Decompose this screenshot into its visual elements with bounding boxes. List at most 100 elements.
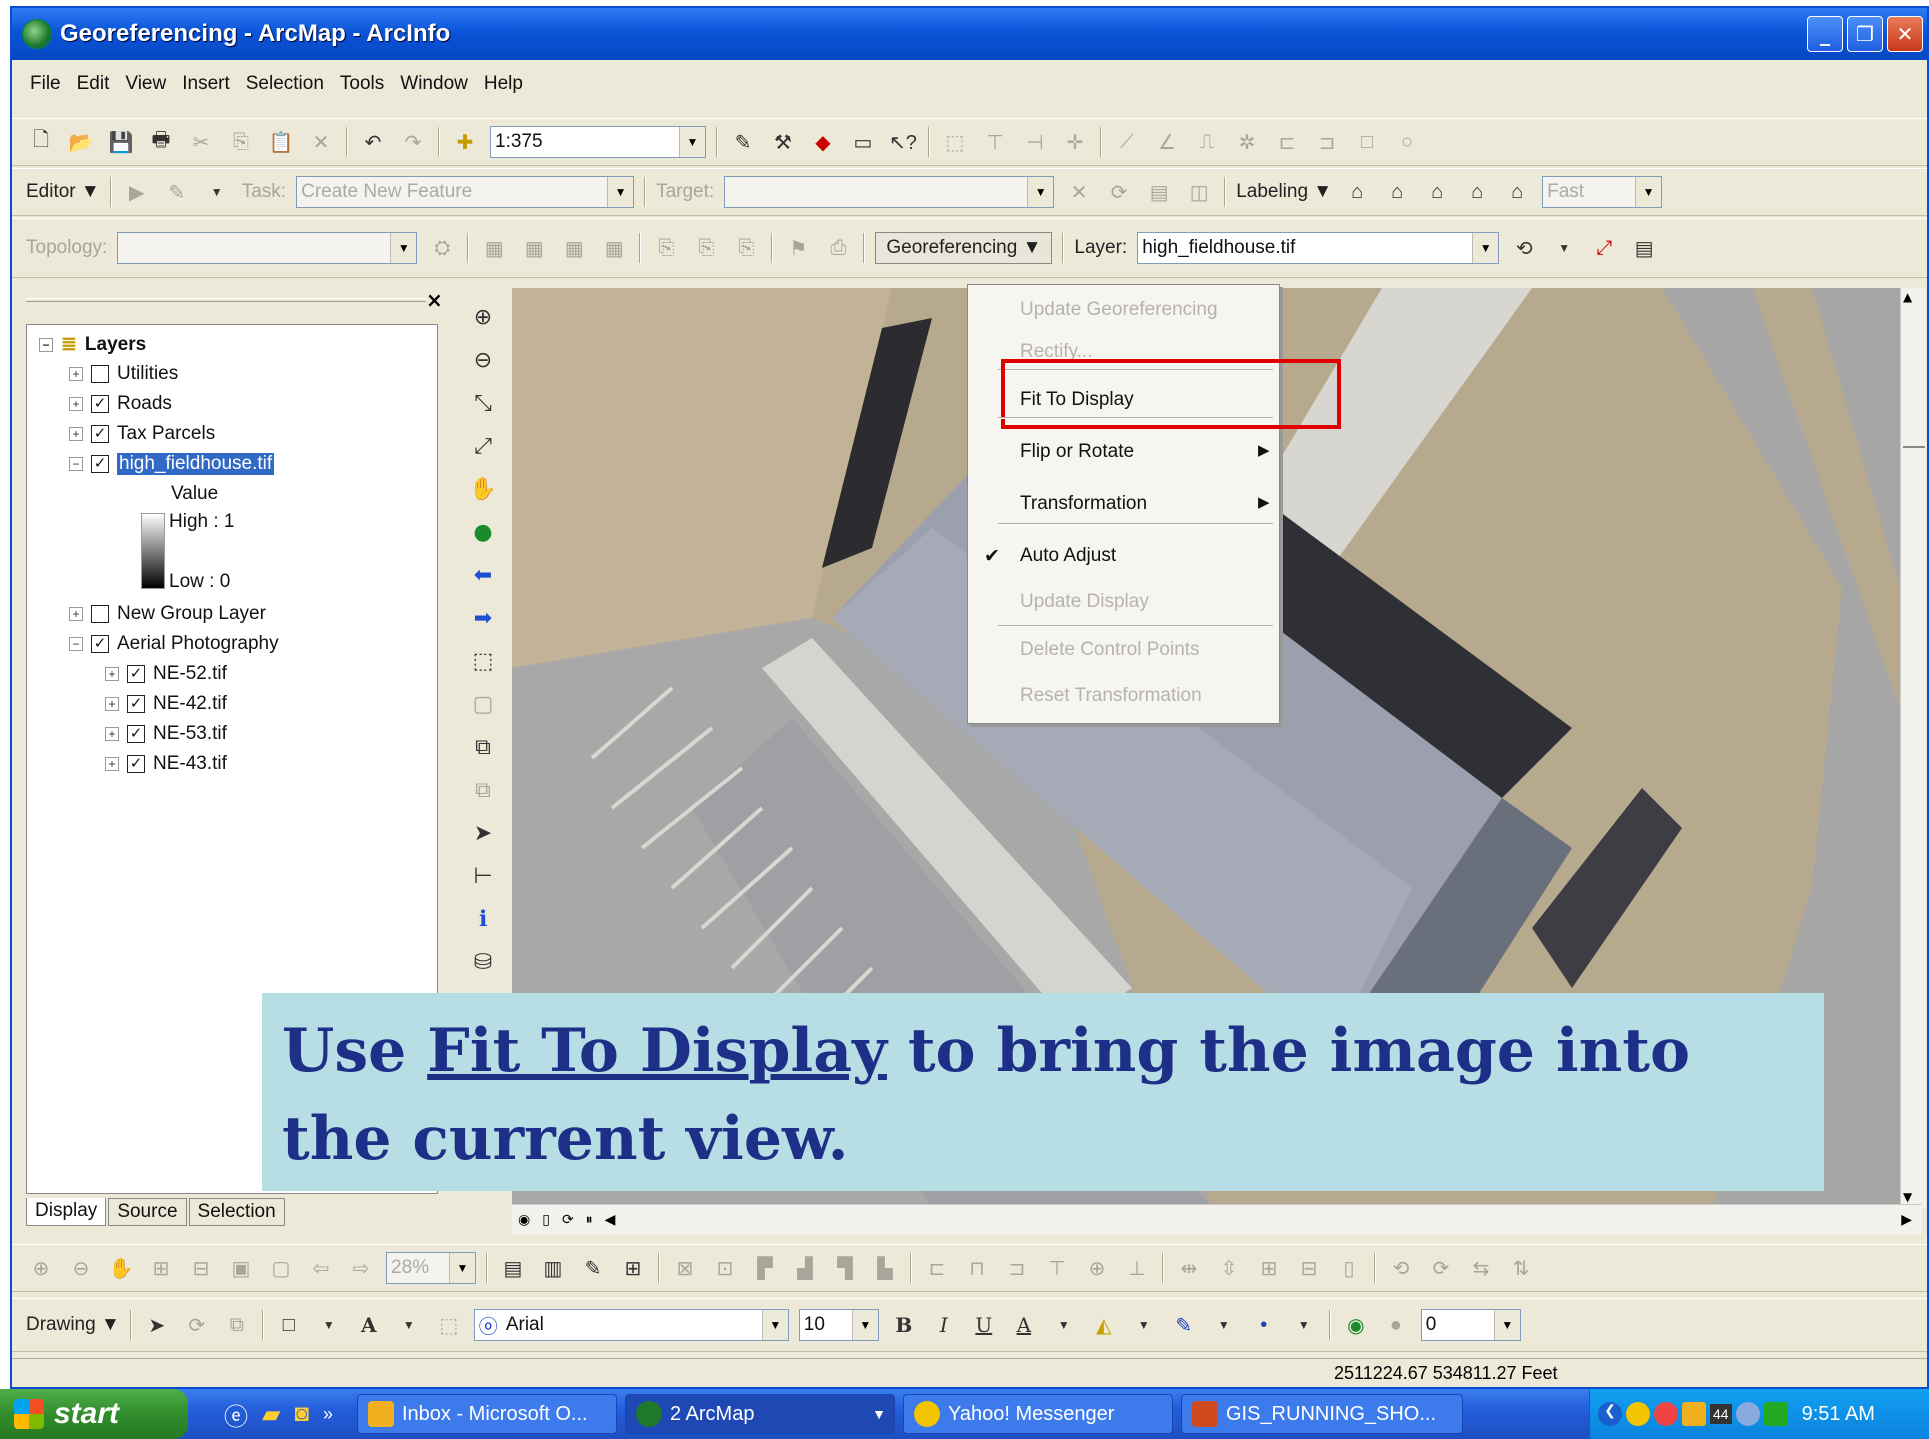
sublayer-item[interactable]: + ✓ NE-43.tif <box>105 753 227 775</box>
rectangle-draw-icon[interactable]: □ <box>274 1310 304 1340</box>
layer-checkbox[interactable]: ✓ <box>127 665 145 683</box>
title-bar[interactable]: Georeferencing - ArcMap - ArcInfo _ ❐ ✕ <box>12 8 1927 60</box>
new-text-icon[interactable]: A <box>354 1310 384 1340</box>
find-route-icon[interactable]: ⧉ <box>468 769 498 812</box>
sublayer-item[interactable]: + ✓ NE-42.tif <box>105 693 227 715</box>
modify-edge-icon[interactable]: ▦ <box>599 233 629 263</box>
focus-data-frame-icon[interactable]: ▥ <box>538 1253 568 1283</box>
direction-tool-icon[interactable]: ✲ <box>1232 127 1262 157</box>
paste-icon[interactable]: 📋 <box>266 127 296 157</box>
align-middle-icon[interactable]: ⊕ <box>1082 1253 1112 1283</box>
labeling-menu[interactable]: Labeling ▼ <box>1236 181 1332 203</box>
distance-tool-icon[interactable]: ⎍ <box>1192 127 1222 157</box>
close-toc-icon[interactable]: × <box>426 288 443 312</box>
perpendicular-tool-icon[interactable]: ⊐ <box>1312 127 1342 157</box>
layer-checkbox[interactable]: ✓ <box>127 755 145 773</box>
map-topology-icon[interactable]: ▦ <box>479 233 509 263</box>
tray-network-icon[interactable] <box>1735 1402 1760 1426</box>
select-elements-icon[interactable]: ➤ <box>142 1310 172 1340</box>
menu-help[interactable]: Help <box>484 73 523 95</box>
make-same-size-icon[interactable]: ⊞ <box>1254 1253 1284 1283</box>
send-backward-icon[interactable]: ▙ <box>870 1253 900 1283</box>
zoom-to-selected-icon[interactable]: ⧉ <box>222 1310 252 1340</box>
scroll-down-icon[interactable]: ▼ <box>1903 1190 1912 1204</box>
arc-tool-icon[interactable]: ⟋ <box>1112 127 1142 157</box>
underline-button[interactable]: U <box>969 1310 999 1340</box>
validate-extent-icon[interactable]: ⎘ <box>691 233 721 263</box>
layer-item[interactable]: + ✓ Tax Parcels <box>69 423 215 445</box>
identify-icon[interactable]: ℹ <box>468 898 498 941</box>
zoom-out-layout-icon[interactable]: ⊖ <box>66 1253 96 1283</box>
previous-extent-icon[interactable]: ⇦ <box>306 1253 336 1283</box>
scroll-thumb[interactable] <box>1903 418 1925 448</box>
view-link-table-icon[interactable]: ▤ <box>1629 233 1659 263</box>
layers-root[interactable]: − ≣ Layers <box>39 333 146 356</box>
validate-topology-icon[interactable]: ⎘ <box>651 233 681 263</box>
menu-item-fit-to-display[interactable]: Fit To Display <box>1001 359 1341 429</box>
chevron-down-icon[interactable]: ▼ <box>394 1310 424 1340</box>
trace-tool-icon[interactable]: ⊤ <box>980 127 1010 157</box>
chevron-down-icon[interactable]: ▼ <box>607 177 634 207</box>
font-size-dropdown[interactable]: 10 ▼ <box>798 1309 879 1341</box>
parallel-tool-icon[interactable]: ⊏ <box>1272 127 1302 157</box>
topology-dropdown[interactable]: ▼ <box>117 232 418 264</box>
marker-color-icon[interactable]: • <box>1249 1310 1279 1340</box>
send-to-back-icon[interactable]: ▟ <box>790 1253 820 1283</box>
chevron-down-icon[interactable]: ▼ <box>449 1253 475 1283</box>
taskbar-item-arcmap[interactable]: 2 ArcMap ▼ <box>624 1394 895 1434</box>
line-width-dropdown[interactable]: 0 ▼ <box>1420 1309 1521 1341</box>
layer-checkbox[interactable]: ✓ <box>91 395 109 413</box>
forward-arrow-icon[interactable]: ➡ <box>468 597 498 640</box>
align-top-icon[interactable]: ⊤ <box>1042 1253 1072 1283</box>
fixed-zoom-in-layout-icon[interactable]: ⊞ <box>146 1253 176 1283</box>
taskbar-item-powerpoint[interactable]: GIS_RUNNING_SHO... <box>1180 1394 1463 1434</box>
arccatalog-icon[interactable]: ◆ <box>808 127 838 157</box>
label-quality-dropdown[interactable]: Fast ▼ <box>1542 176 1663 208</box>
outlook-quicklaunch-icon[interactable]: ◙ <box>294 1400 309 1428</box>
expand-icon[interactable]: + <box>69 427 83 441</box>
flip-horizontal-icon[interactable]: ⇆ <box>1466 1253 1496 1283</box>
select-elements-arrow-icon[interactable]: ➤ <box>468 812 498 855</box>
tab-display[interactable]: Display <box>26 1198 107 1226</box>
expand-icon[interactable]: + <box>69 397 83 411</box>
expand-icon[interactable]: + <box>105 697 119 711</box>
sketch-tool-icon[interactable]: ⬚ <box>940 127 970 157</box>
layer-item[interactable]: + New Group Layer <box>69 603 266 625</box>
undo-icon[interactable]: ↶ <box>358 127 388 157</box>
menu-item-transformation[interactable]: Transformation ▶ <box>1020 493 1270 515</box>
label-priority-icon[interactable]: ⌂ <box>1382 177 1412 207</box>
rotate-tool-icon[interactable]: ⟳ <box>1104 177 1134 207</box>
chevron-down-icon[interactable]: ▼ <box>1635 177 1662 207</box>
layer-checkbox[interactable]: ✓ <box>91 455 109 473</box>
chevron-down-icon[interactable]: ▼ <box>1289 1310 1319 1340</box>
midpoint-tool-icon[interactable]: ⊣ <box>1020 127 1050 157</box>
maximize-button[interactable]: ❐ <box>1847 16 1883 52</box>
zoom-in-icon[interactable]: ⊕ <box>468 296 498 339</box>
layer-checkbox[interactable]: ✓ <box>127 695 145 713</box>
menu-file[interactable]: File <box>30 73 61 95</box>
layer-item[interactable]: + ✓ Roads <box>69 393 172 415</box>
zoom-in-layout-icon[interactable]: ⊕ <box>26 1253 56 1283</box>
edit-vertices-icon[interactable]: ⬚ <box>434 1310 464 1340</box>
align-left-icon[interactable]: ⊏ <box>922 1253 952 1283</box>
start-button[interactable]: start <box>0 1389 188 1439</box>
layout-view-icon[interactable]: ▯ <box>542 1212 550 1228</box>
layer-item[interactable]: − ✓ Aerial Photography <box>69 633 279 655</box>
cut-icon[interactable]: ✂ <box>186 127 216 157</box>
collapse-icon[interactable]: − <box>69 457 83 471</box>
zoom-percent-dropdown[interactable]: 28% ▼ <box>386 1252 476 1284</box>
fixed-zoom-out-icon[interactable]: ⤢ <box>468 425 498 468</box>
chevron-down-icon[interactable]: ▼ <box>679 127 705 157</box>
fixed-zoom-out-layout-icon[interactable]: ⊟ <box>186 1253 216 1283</box>
split-tool-icon[interactable]: ✕ <box>1064 177 1094 207</box>
expand-icon[interactable]: + <box>105 757 119 771</box>
quicklaunch-more-icon[interactable]: » <box>323 1404 333 1425</box>
intersection-tool-icon[interactable]: ✛ <box>1060 127 1090 157</box>
layer-checkbox[interactable] <box>91 605 109 623</box>
chevron-down-icon[interactable]: ▼ <box>1209 1310 1239 1340</box>
sublayer-item[interactable]: + ✓ NE-52.tif <box>105 663 227 685</box>
layer-checkbox[interactable] <box>91 365 109 383</box>
delete-icon[interactable]: ✕ <box>306 127 336 157</box>
chevron-down-icon[interactable]: ▼ <box>1129 1310 1159 1340</box>
chevron-down-icon[interactable]: ▼ <box>1493 1310 1520 1340</box>
